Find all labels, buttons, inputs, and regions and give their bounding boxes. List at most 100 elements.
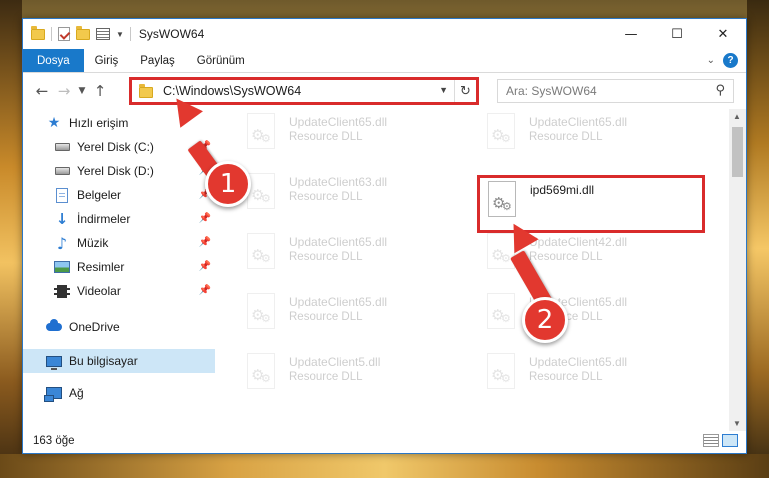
dll-file-icon: ⚙ ⚙: [483, 293, 519, 335]
pin-icon[interactable]: 📌: [199, 237, 211, 248]
drive-icon: [53, 163, 71, 179]
sidebar-item-label: Yerel Disk (C:): [77, 140, 154, 154]
expand-ribbon-icon[interactable]: ⌄: [707, 55, 715, 66]
videos-icon: [53, 283, 71, 299]
file-item[interactable]: ⚙⚙ UpdateClient65.dllResource DLL: [483, 113, 703, 165]
file-item[interactable]: ⚙⚙ UpdateClient65.dll Resource DLL: [483, 353, 703, 405]
sidebar-item-network[interactable]: Ağ: [23, 381, 215, 405]
scroll-down-icon[interactable]: ▼: [733, 419, 741, 428]
file-type: Resource DLL: [529, 251, 603, 263]
sidebar-item-label: Bu bilgisayar: [69, 354, 138, 368]
refresh-icon[interactable]: ↻: [454, 80, 476, 102]
dll-file-icon: ⚙ ⚙: [243, 353, 279, 395]
navigation-bar: ← → ▼ ↑ C:\Windows\SysWOW64 ▼ ↻ Ara: Sys…: [23, 73, 746, 109]
explorer-window: ▼ SysWOW64 — ☐ ✕ Dosya Giriş Paylaş Görü…: [22, 18, 747, 454]
new-folder-icon[interactable]: [76, 25, 90, 40]
file-type: Resource DLL: [289, 251, 363, 263]
file-item[interactable]: ⚙⚙ UpdateClient65.dllResource DLL: [243, 293, 463, 345]
large-icons-view-icon[interactable]: [722, 434, 738, 447]
file-type: Resource DLL: [289, 371, 363, 383]
scroll-up-icon[interactable]: ▲: [733, 112, 741, 121]
quick-access-toolbar: ▼: [23, 19, 131, 49]
status-bar: 163 öğe: [23, 429, 746, 453]
dll-file-icon: ⚙ ⚙: [484, 181, 520, 223]
sidebar-item-onedrive[interactable]: OneDrive: [23, 315, 215, 339]
download-icon: ↓: [55, 210, 69, 228]
pin-icon[interactable]: 📌: [199, 261, 211, 272]
sidebar-item-label: OneDrive: [69, 320, 120, 334]
desktop-background-left: [0, 0, 22, 478]
properties-icon[interactable]: [96, 28, 110, 40]
minimize-button[interactable]: —: [608, 19, 654, 49]
maximize-button[interactable]: ☐: [654, 19, 700, 49]
dll-file-icon: ⚙ ⚙: [483, 353, 519, 395]
recent-locations-dropdown-icon[interactable]: ▼: [75, 86, 89, 96]
ribbon-tabs: Dosya Giriş Paylaş Görünüm ⌄ ?: [23, 49, 746, 73]
content-area: ★ Hızlı erişim Yerel Disk (C:) 📌 Yerel D…: [23, 109, 746, 431]
step-badge-1: 1: [205, 161, 251, 207]
search-placeholder: Ara: SysWOW64: [506, 84, 597, 98]
step-badge-2: 2: [522, 297, 568, 343]
file-item[interactable]: ⚙⚙ UpdateClient65.dllResource DLL: [243, 113, 463, 165]
item-count: 163 öğe: [33, 435, 75, 447]
tab-home[interactable]: Giriş: [84, 49, 130, 72]
sidebar-item-videos[interactable]: Videolar 📌: [23, 279, 215, 303]
sidebar-item-label: Ağ: [69, 386, 84, 400]
file-type: Resource DLL: [529, 371, 603, 383]
sidebar-item-label: Videolar: [77, 284, 121, 298]
address-dropdown-icon[interactable]: ▼: [439, 85, 448, 95]
scrollbar-thumb[interactable]: [732, 127, 743, 177]
file-name: UpdateClient65.dll: [529, 115, 628, 129]
address-folder-icon: [139, 84, 153, 98]
file-item[interactable]: ⚙⚙ UpdateClient65.dllResource DLL: [243, 233, 463, 285]
search-box[interactable]: Ara: SysWOW64 ⚲: [497, 79, 734, 103]
sidebar-item-pictures[interactable]: Resimler 📌: [23, 255, 215, 279]
music-icon: ♪: [56, 233, 68, 253]
back-arrow-icon[interactable]: ←: [31, 82, 53, 100]
file-name: UpdateClient65.dll: [289, 235, 388, 249]
properties-check-icon[interactable]: [58, 27, 70, 41]
details-view-icon[interactable]: [703, 434, 719, 447]
sidebar-item-local-disk-c[interactable]: Yerel Disk (C:) 📌: [23, 135, 215, 159]
vertical-scrollbar[interactable]: ▲ ▼: [729, 109, 746, 431]
sidebar-item-label: Yerel Disk (D:): [77, 164, 154, 178]
file-item[interactable]: ⚙ ⚙ UpdateClient63.dll Resource DLL: [243, 173, 463, 225]
file-name: UpdateClient65.dll: [529, 355, 628, 369]
sidebar-item-this-pc[interactable]: Bu bilgisayar: [23, 349, 215, 373]
sidebar-item-downloads[interactable]: ↓ İndirmeler 📌: [23, 207, 215, 231]
up-arrow-icon[interactable]: ↑: [89, 82, 111, 100]
toolbar-separator-2: [129, 27, 131, 41]
file-type: Resource DLL: [289, 191, 363, 203]
sidebar-item-label: İndirmeler: [77, 212, 131, 226]
sidebar-item-music[interactable]: ♪ Müzik 📌: [23, 231, 215, 255]
tab-view[interactable]: Görünüm: [186, 49, 256, 72]
customize-toolbar-dropdown-icon[interactable]: ▼: [116, 30, 124, 39]
file-name: UpdateClient42.dll: [529, 235, 628, 249]
star-icon: ★: [47, 115, 61, 131]
onedrive-icon: [45, 319, 63, 335]
tab-share[interactable]: Paylaş: [129, 49, 186, 72]
search-icon[interactable]: ⚲: [715, 83, 725, 98]
network-icon: [44, 385, 63, 402]
sidebar-item-label: Resimler: [77, 260, 125, 274]
close-button[interactable]: ✕: [700, 19, 746, 49]
view-buttons: [703, 434, 738, 447]
sidebar-item-documents[interactable]: Belgeler 📌: [23, 183, 215, 207]
desktop-background-bottom: [0, 454, 769, 478]
ribbon-right-controls: ⌄ ?: [707, 53, 738, 68]
file-name: UpdateClient63.dll: [289, 175, 388, 189]
sidebar-item-label: Müzik: [77, 236, 109, 250]
file-item[interactable]: ⚙ ⚙ UpdateClient5.dll Resource DLL: [243, 353, 463, 405]
help-icon[interactable]: ?: [723, 53, 738, 68]
file-type: Resource DLL: [529, 131, 603, 143]
pictures-icon: [53, 259, 71, 275]
pin-icon[interactable]: 📌: [199, 213, 211, 224]
file-item[interactable]: ⚙⚙ UpdateClient65.dllResource DLL: [483, 293, 703, 345]
tab-file[interactable]: Dosya: [23, 49, 84, 72]
toolbar-separator: [51, 27, 52, 41]
file-type: Resource DLL: [289, 131, 363, 143]
pin-icon[interactable]: 📌: [199, 285, 211, 296]
sidebar-item-local-disk-d[interactable]: Yerel Disk (D:) 📌: [23, 159, 215, 183]
dll-file-icon: ⚙ ⚙: [243, 293, 279, 335]
forward-arrow-icon[interactable]: →: [53, 82, 75, 100]
